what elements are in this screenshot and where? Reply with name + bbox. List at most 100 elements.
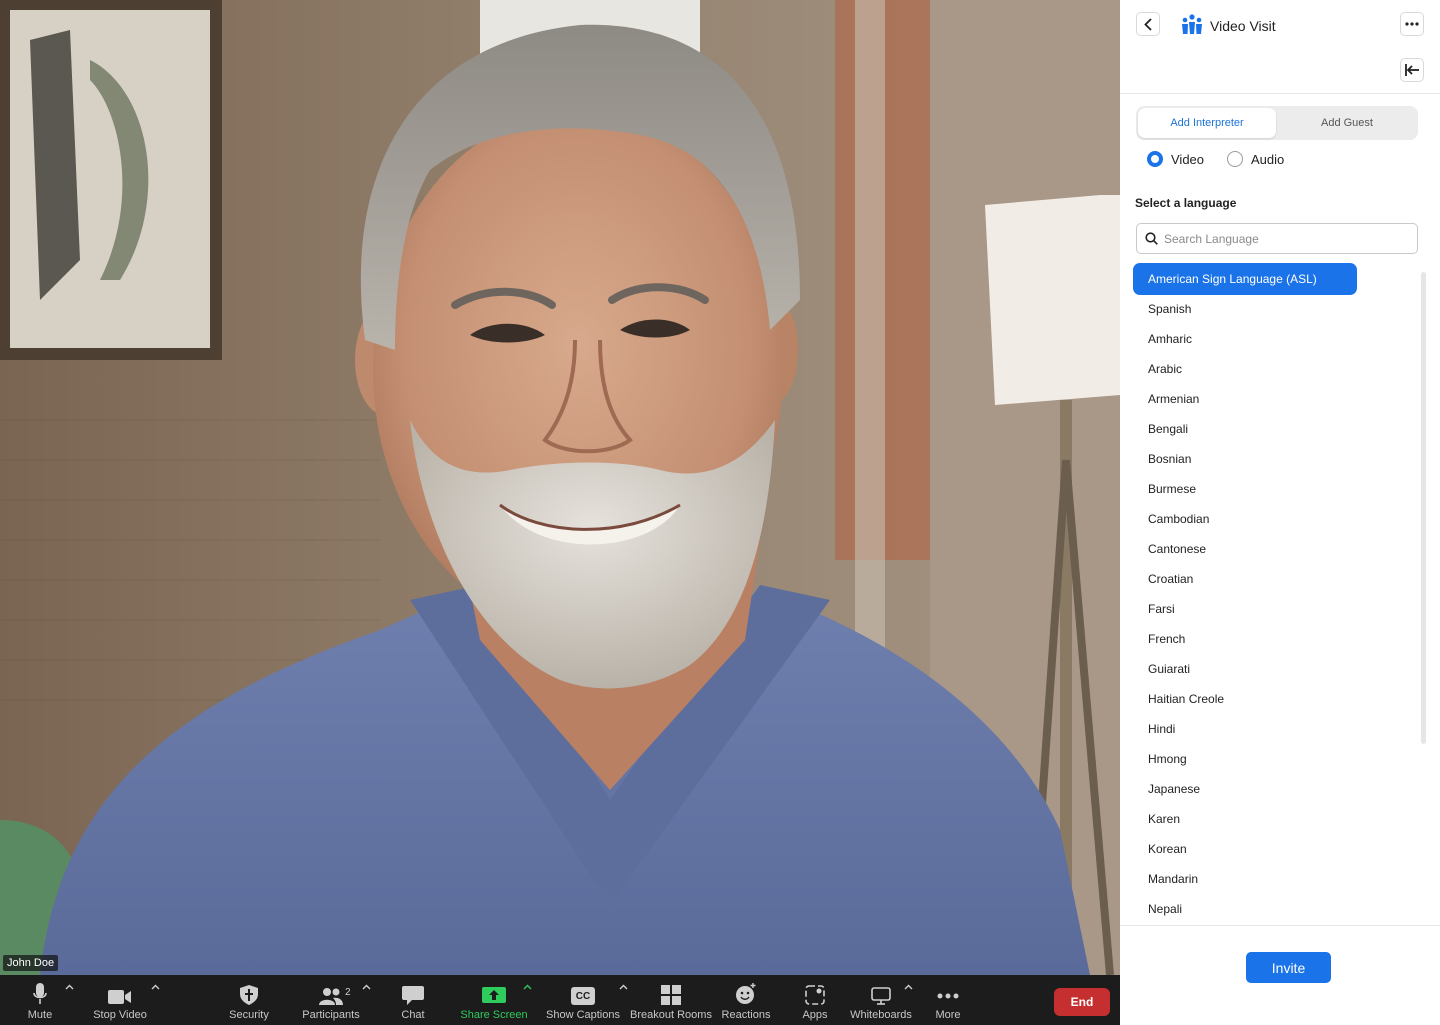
whiteboard-icon [871,987,891,1005]
back-button[interactable] [1136,12,1160,36]
panel-title: Video Visit [1210,18,1276,34]
share-options-caret[interactable] [523,984,532,990]
people-icon [1182,14,1202,34]
participants-icon [319,988,343,1005]
apps-label: Apps [802,1009,828,1021]
stop-video-button[interactable]: Stop Video [92,975,148,1025]
audio-options-caret[interactable] [65,984,74,990]
reactions-label: Reactions [721,1009,771,1021]
select-language-label: Select a language [1135,196,1237,210]
invite-button[interactable]: Invite [1246,952,1331,983]
mute-button[interactable]: Mute [20,975,60,1025]
share-screen-label: Share Screen [460,1009,528,1021]
apps-button[interactable]: Apps [797,975,833,1025]
captions-options-caret[interactable] [619,984,628,990]
security-label: Security [229,1009,269,1021]
language-option[interactable]: Arabic [1148,354,1182,384]
whiteboards-options-caret[interactable] [904,984,913,990]
video-radio-option[interactable]: Video [1147,151,1204,167]
smiley-icon [736,983,756,1004]
chevron-up-icon [523,984,532,990]
panel-footer: Invite [1120,925,1440,1025]
language-option[interactable]: Korean [1148,834,1187,864]
chat-button[interactable]: Chat [393,975,433,1025]
audio-radio[interactable] [1227,151,1243,167]
language-option[interactable]: Burmese [1148,474,1196,504]
collapse-left-icon [1405,64,1419,76]
language-option[interactable]: Karen [1148,804,1180,834]
language-option[interactable]: Armenian [1148,384,1199,414]
language-option[interactable]: Croatian [1148,564,1193,594]
video-camera-icon [108,990,131,1004]
chevron-up-icon [362,984,371,990]
end-meeting-button[interactable]: End [1054,988,1110,1016]
show-captions-label: Show Captions [546,1009,620,1021]
more-label: More [935,1009,961,1021]
language-option[interactable]: Bosnian [1148,444,1191,474]
chevron-up-icon [151,984,160,990]
language-option[interactable]: Haitian Creole [1148,684,1224,714]
participant-video-image [0,0,1120,975]
participants-label: Participants [302,1009,360,1021]
whiteboards-button[interactable]: Whiteboards [849,975,913,1025]
search-icon [1145,232,1158,245]
language-option[interactable]: American Sign Language (ASL) [1133,263,1357,295]
language-option[interactable]: Farsi [1148,594,1175,624]
panel-header: Video Visit [1120,0,1440,94]
share-screen-icon [482,987,506,1003]
language-option[interactable]: Cantonese [1148,534,1206,564]
breakout-rooms-label: Breakout Rooms [630,1009,712,1021]
apps-icon [805,985,825,1005]
chevron-left-icon [1144,17,1152,31]
share-screen-button[interactable]: Share Screen [460,975,528,1025]
reactions-button[interactable]: Reactions [722,975,770,1025]
collapse-panel-button[interactable] [1400,58,1424,82]
video-visit-app: John Doe Mute Stop Video Security Partic… [0,0,1440,1025]
video-radio[interactable] [1147,151,1163,167]
closed-captions-icon: CC [571,987,595,1005]
language-option[interactable]: Hmong [1148,744,1187,774]
chat-bubble-icon [402,986,424,1005]
ellipsis-icon [937,993,959,999]
video-visit-panel: Video Visit Add Interpreter Add Guest Vi… [1120,0,1440,1025]
video-feed: John Doe [0,0,1120,975]
tab-add-guest[interactable]: Add Guest [1278,108,1416,138]
language-list: American Sign Language (ASL) Spanish Amhar… [1120,263,1440,925]
audio-radio-label: Audio [1251,151,1285,167]
language-option[interactable]: French [1148,624,1185,654]
language-option[interactable]: Cambodian [1148,504,1209,534]
panel-more-button[interactable] [1400,12,1424,36]
chevron-up-icon [65,984,74,990]
video-radio-label: Video [1171,151,1205,167]
language-option[interactable]: Mandarin [1148,864,1198,894]
participant-name-tag: John Doe [3,955,59,971]
tab-add-interpreter[interactable]: Add Interpreter [1138,108,1276,138]
stop-video-label: Stop Video [93,1009,147,1021]
more-button[interactable]: More [928,975,968,1025]
language-search-input[interactable] [1164,231,1404,246]
participants-count: 2 [345,987,351,998]
chevron-up-icon [619,984,628,990]
audio-radio-option[interactable]: Audio [1227,151,1284,167]
breakout-rooms-button[interactable]: Breakout Rooms [630,975,712,1025]
language-option[interactable]: Nepali [1148,894,1182,924]
language-option[interactable]: Japanese [1148,774,1200,804]
participants-options-caret[interactable] [362,984,371,990]
language-option[interactable]: Bengali [1148,414,1188,444]
language-option[interactable]: Hindi [1148,714,1175,744]
language-option[interactable]: Amharic [1148,324,1192,354]
language-search-box[interactable] [1136,223,1418,254]
show-captions-button[interactable]: CC Show Captions [546,975,620,1025]
whiteboards-label: Whiteboards [850,1009,912,1021]
grid-icon [661,985,681,1005]
ellipsis-icon [1405,22,1419,26]
language-list-scrollbar[interactable] [1421,272,1426,744]
mute-label: Mute [27,1009,53,1021]
video-options-caret[interactable] [151,984,160,990]
shield-icon [240,985,258,1005]
participants-button[interactable]: Participants [300,975,362,1025]
chat-label: Chat [401,1009,425,1021]
security-button[interactable]: Security [224,975,274,1025]
language-option[interactable]: Spanish [1148,294,1191,324]
language-option[interactable]: Guiarati [1148,654,1190,684]
